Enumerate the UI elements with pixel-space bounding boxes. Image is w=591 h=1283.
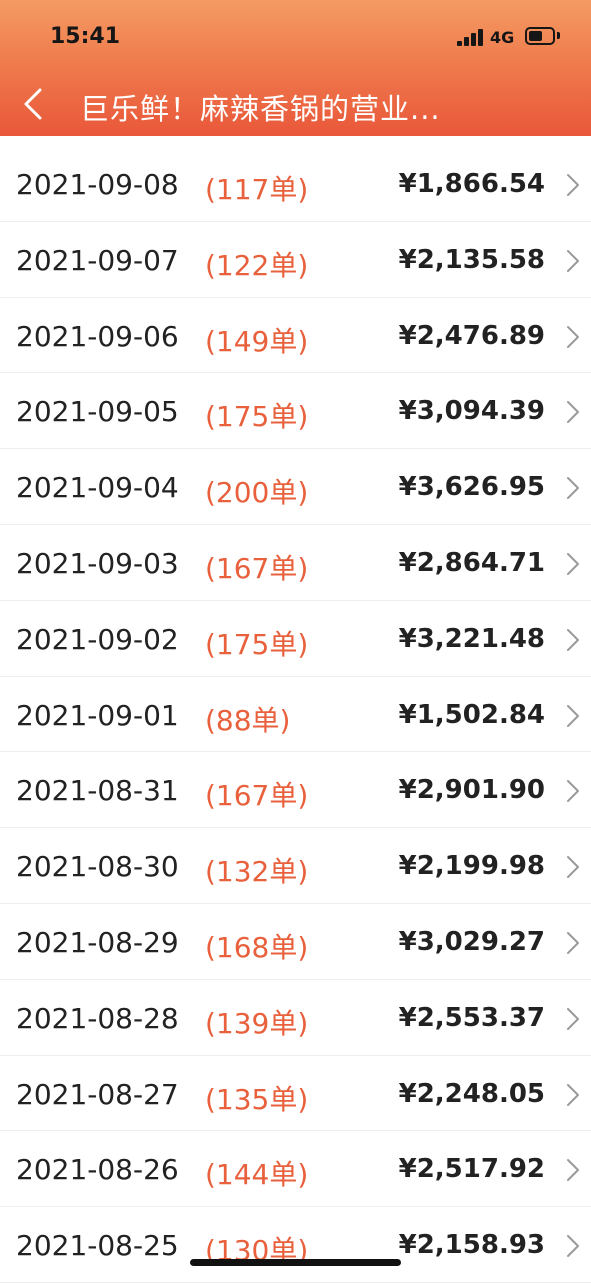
row-amount: ¥2,199.98 bbox=[398, 851, 545, 882]
list-item[interactable]: 2021-09-02 (175单) ¥3,221.48 bbox=[0, 601, 591, 677]
chevron-right-icon bbox=[567, 552, 579, 575]
chevron-right-icon bbox=[567, 856, 579, 879]
row-order-count: (88单) bbox=[205, 703, 291, 737]
row-date: 2021-08-31 bbox=[16, 774, 179, 808]
row-amount: ¥3,029.27 bbox=[398, 926, 545, 957]
battery-tip bbox=[557, 32, 560, 39]
row-date: 2021-08-25 bbox=[16, 1229, 179, 1263]
row-order-count: (149单) bbox=[205, 324, 309, 358]
list-item[interactable]: 2021-09-07 (122单) ¥2,135.58 bbox=[0, 222, 591, 298]
row-date: 2021-09-03 bbox=[16, 546, 179, 580]
row-order-count: (135单) bbox=[205, 1082, 309, 1116]
row-date: 2021-09-02 bbox=[16, 622, 179, 656]
status-bar: 15:41 4G bbox=[0, 0, 591, 70]
list-item[interactable]: 2021-09-06 (149单) ¥2,476.89 bbox=[0, 298, 591, 374]
chevron-right-icon bbox=[567, 174, 579, 196]
row-date: 2021-08-29 bbox=[16, 925, 179, 959]
row-amount: ¥1,866.54 bbox=[398, 169, 545, 199]
row-amount: ¥2,553.37 bbox=[398, 1002, 545, 1033]
app-header: 15:41 4G 巨乐鲜！麻辣香锅的营业... bbox=[0, 0, 591, 136]
list-item[interactable]: 2021-08-30 (132单) ¥2,199.98 bbox=[0, 828, 591, 904]
chevron-right-icon bbox=[567, 477, 579, 500]
row-order-count: (168单) bbox=[205, 930, 309, 964]
list-item[interactable]: 2021-08-25 (130单) ¥2,158.93 bbox=[0, 1207, 591, 1283]
list-item[interactable]: 2021-08-29 (168单) ¥3,029.27 bbox=[0, 904, 591, 980]
row-date: 2021-08-27 bbox=[16, 1077, 179, 1111]
chevron-right-icon bbox=[567, 704, 579, 727]
chevron-right-icon bbox=[567, 1007, 579, 1030]
list-item[interactable]: 2021-09-01 (88单) ¥1,502.84 bbox=[0, 677, 591, 753]
chevron-right-icon bbox=[567, 1083, 579, 1106]
row-amount: ¥2,476.89 bbox=[398, 320, 545, 351]
row-amount: ¥2,158.93 bbox=[398, 1230, 545, 1261]
chevron-right-icon bbox=[567, 628, 579, 651]
chevron-right-icon bbox=[567, 249, 579, 272]
daily-revenue-list: 2021-09-08 (117单) ¥1,866.54 2021-09-07 (122单… bbox=[0, 146, 591, 1283]
row-order-count: (122单) bbox=[205, 248, 309, 282]
row-order-count: (175单) bbox=[205, 627, 309, 661]
row-order-count: (167单) bbox=[205, 779, 309, 813]
row-date: 2021-09-04 bbox=[16, 471, 179, 505]
list-item[interactable]: 2021-08-28 (139单) ¥2,553.37 bbox=[0, 980, 591, 1056]
row-order-count: (167单) bbox=[205, 551, 309, 585]
row-date: 2021-09-07 bbox=[16, 243, 179, 277]
row-date: 2021-09-08 bbox=[16, 168, 179, 201]
chevron-right-icon bbox=[567, 1235, 579, 1258]
row-date: 2021-08-28 bbox=[16, 1001, 179, 1035]
home-indicator[interactable] bbox=[190, 1259, 401, 1266]
list-item[interactable]: 2021-09-05 (175单) ¥3,094.39 bbox=[0, 373, 591, 450]
page-title: 巨乐鲜！麻辣香锅的营业... bbox=[80, 92, 441, 126]
row-amount: ¥2,248.05 bbox=[398, 1078, 545, 1109]
row-amount: ¥2,517.92 bbox=[398, 1154, 545, 1185]
list-item[interactable]: 2021-08-27 (135单) ¥2,248.05 bbox=[0, 1056, 591, 1132]
chevron-right-icon bbox=[567, 325, 579, 348]
chevron-left-icon bbox=[24, 88, 42, 120]
row-amount: ¥3,221.48 bbox=[398, 623, 545, 654]
row-amount: ¥2,864.71 bbox=[398, 547, 545, 578]
row-order-count: (132单) bbox=[205, 855, 309, 889]
row-date: 2021-09-01 bbox=[16, 698, 179, 732]
battery-icon bbox=[525, 27, 555, 45]
list-item[interactable]: 2021-09-03 (167单) ¥2,864.71 bbox=[0, 525, 591, 601]
row-order-count: (144单) bbox=[205, 1158, 309, 1192]
row-order-count: (139单) bbox=[205, 1006, 309, 1040]
row-amount: ¥3,094.39 bbox=[398, 396, 545, 427]
row-amount: ¥3,626.95 bbox=[398, 472, 545, 503]
network-type: 4G bbox=[490, 28, 515, 47]
row-amount: ¥2,901.90 bbox=[398, 775, 545, 806]
row-amount: ¥2,135.58 bbox=[398, 244, 545, 275]
back-button[interactable] bbox=[14, 82, 54, 126]
status-time: 15:41 bbox=[50, 24, 121, 49]
chevron-right-icon bbox=[567, 780, 579, 803]
list-item[interactable]: 2021-09-04 (200单) ¥3,626.95 bbox=[0, 449, 591, 525]
row-amount: ¥1,502.84 bbox=[398, 699, 545, 730]
list-item[interactable]: 2021-09-08 (117单) ¥1,866.54 bbox=[0, 146, 591, 222]
cellular-signal-icon bbox=[457, 29, 485, 46]
row-order-count: (200单) bbox=[205, 476, 309, 510]
chevron-right-icon bbox=[567, 1159, 579, 1182]
nav-bar: 巨乐鲜！麻辣香锅的营业... bbox=[0, 70, 591, 136]
row-date: 2021-09-06 bbox=[16, 319, 179, 353]
chevron-right-icon bbox=[567, 931, 579, 954]
row-date: 2021-08-26 bbox=[16, 1153, 179, 1187]
chevron-right-icon bbox=[567, 401, 579, 424]
row-date: 2021-08-30 bbox=[16, 850, 179, 884]
row-date: 2021-09-05 bbox=[16, 395, 179, 429]
list-item[interactable]: 2021-08-31 (167单) ¥2,901.90 bbox=[0, 752, 591, 829]
list-item[interactable]: 2021-08-26 (144单) ¥2,517.92 bbox=[0, 1131, 591, 1208]
row-order-count: (117单) bbox=[205, 173, 309, 206]
row-order-count: (175单) bbox=[205, 400, 309, 434]
